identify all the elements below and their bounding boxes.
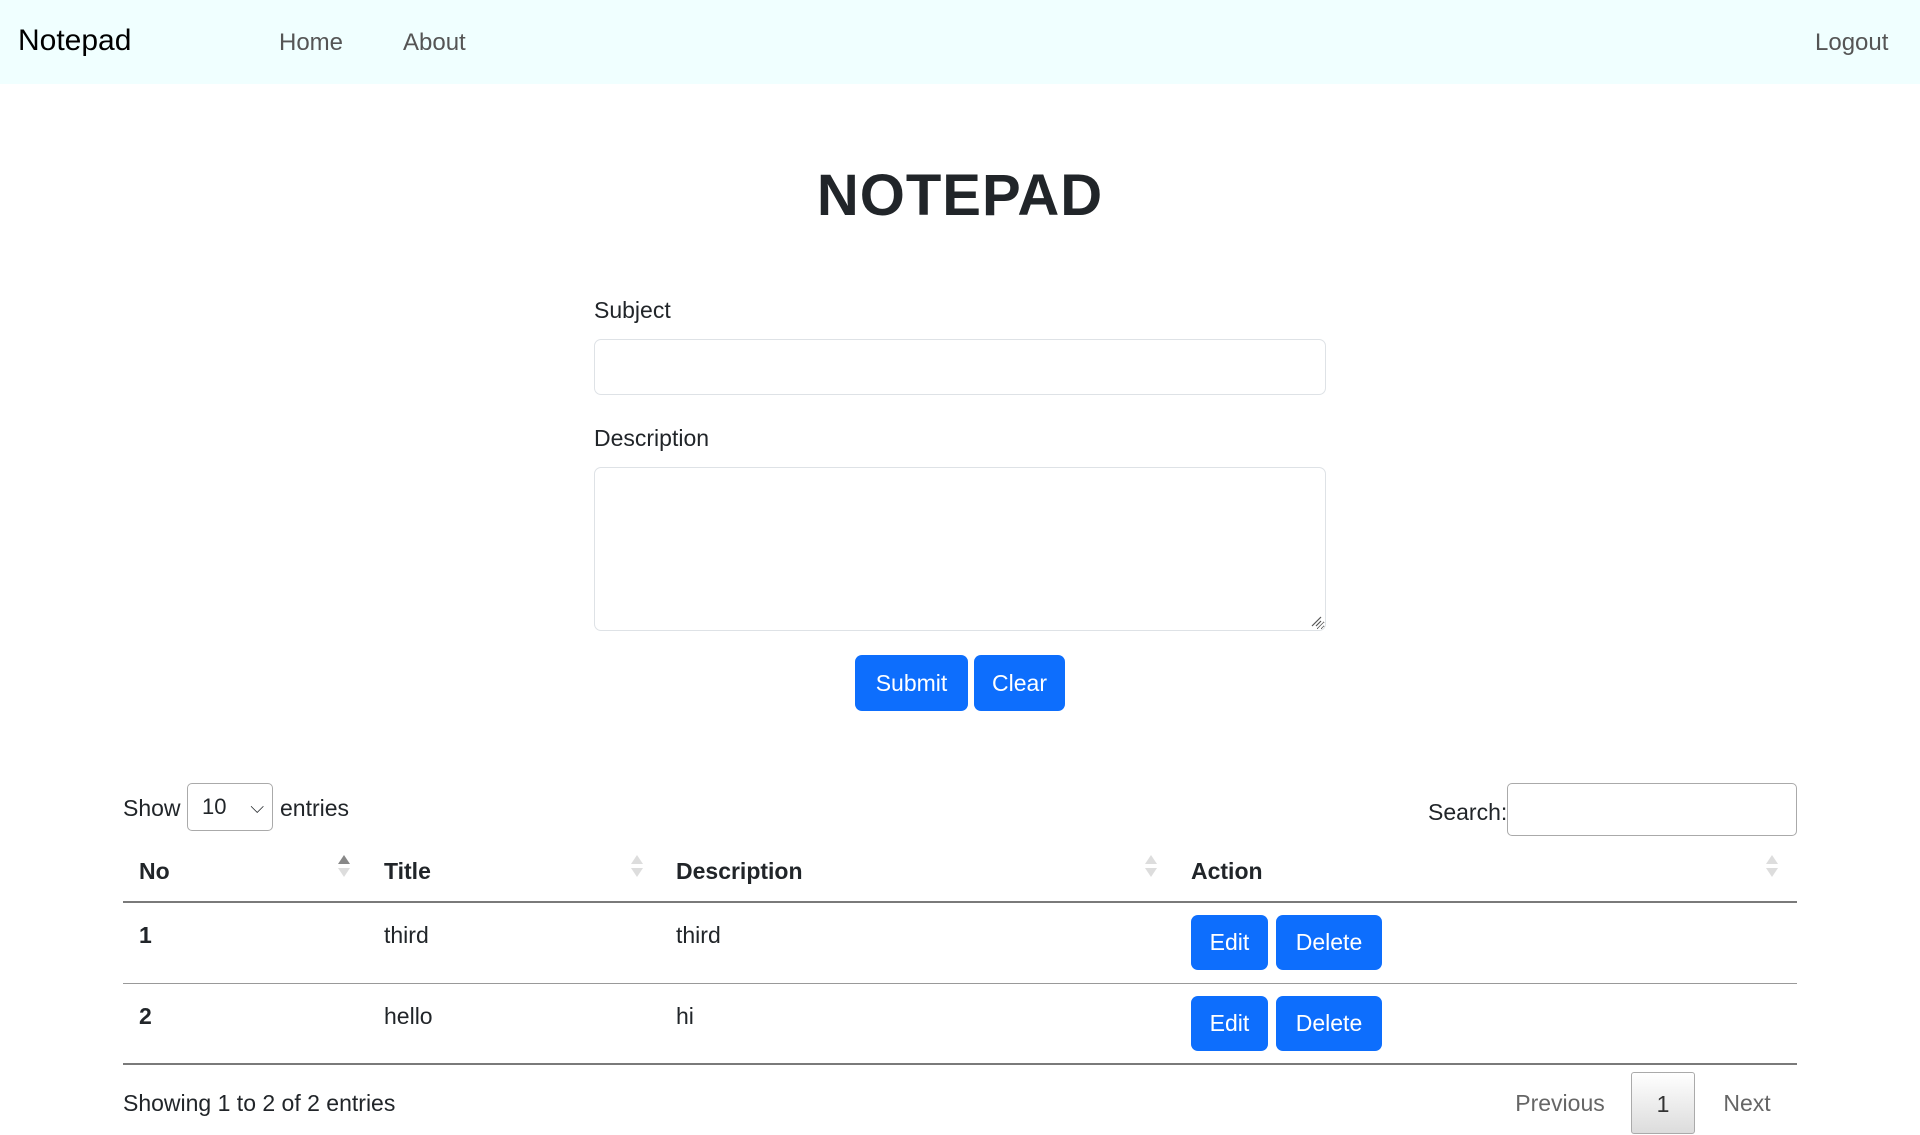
description-label: Description [594, 425, 710, 451]
delete-button[interactable]: Delete [1276, 996, 1382, 1051]
edit-button[interactable]: Edit [1191, 915, 1268, 970]
cell-title: third [384, 922, 429, 948]
table-row: 1 third third Edit Delete [123, 903, 1797, 984]
table-header: No Title Description Action [123, 841, 1797, 903]
cell-description: third [676, 922, 721, 948]
cell-no: 2 [139, 1003, 152, 1029]
sort-icon[interactable] [1765, 853, 1779, 879]
delete-button[interactable]: Delete [1276, 915, 1382, 970]
cell-title: hello [384, 1003, 433, 1029]
show-label: Show [123, 795, 181, 821]
submit-button[interactable]: Submit [855, 655, 968, 711]
subject-label: Subject [594, 297, 671, 323]
description-textarea[interactable] [594, 467, 1326, 631]
chevron-down-icon: ⌵ [250, 797, 264, 817]
table-info: Showing 1 to 2 of 2 entries [123, 1090, 396, 1116]
column-header-no[interactable]: No [139, 858, 170, 885]
navbar: Notepad Home About Logout [0, 0, 1920, 84]
page-button-current[interactable]: 1 [1631, 1072, 1695, 1134]
cell-no: 1 [139, 922, 152, 948]
sort-icon[interactable] [1144, 853, 1158, 879]
edit-button[interactable]: Edit [1191, 996, 1268, 1051]
search-input[interactable] [1507, 783, 1797, 836]
column-header-description[interactable]: Description [676, 858, 803, 885]
clear-button[interactable]: Clear [974, 655, 1065, 711]
column-header-title[interactable]: Title [384, 858, 431, 885]
sort-asc-icon[interactable] [337, 853, 351, 879]
entries-select[interactable]: 10 ⌵ [187, 783, 273, 831]
nav-link-about[interactable]: About [403, 29, 466, 57]
nav-link-home[interactable]: Home [279, 29, 343, 57]
entries-select-value: 10 [202, 794, 227, 819]
resize-grip-icon[interactable] [1310, 615, 1322, 627]
next-button[interactable]: Next [1705, 1072, 1789, 1134]
search-label: Search: [1428, 799, 1508, 825]
cell-description: hi [676, 1003, 694, 1029]
sort-icon[interactable] [630, 853, 644, 879]
column-header-action[interactable]: Action [1191, 858, 1263, 885]
page-title: NOTEPAD [816, 163, 1104, 228]
brand-link[interactable]: Notepad [18, 24, 131, 58]
table-row: 2 hello hi Edit Delete [123, 984, 1797, 1065]
previous-button[interactable]: Previous [1500, 1072, 1620, 1134]
logout-link[interactable]: Logout [1815, 29, 1888, 57]
subject-input[interactable] [594, 339, 1326, 395]
entries-label: entries [280, 795, 350, 821]
